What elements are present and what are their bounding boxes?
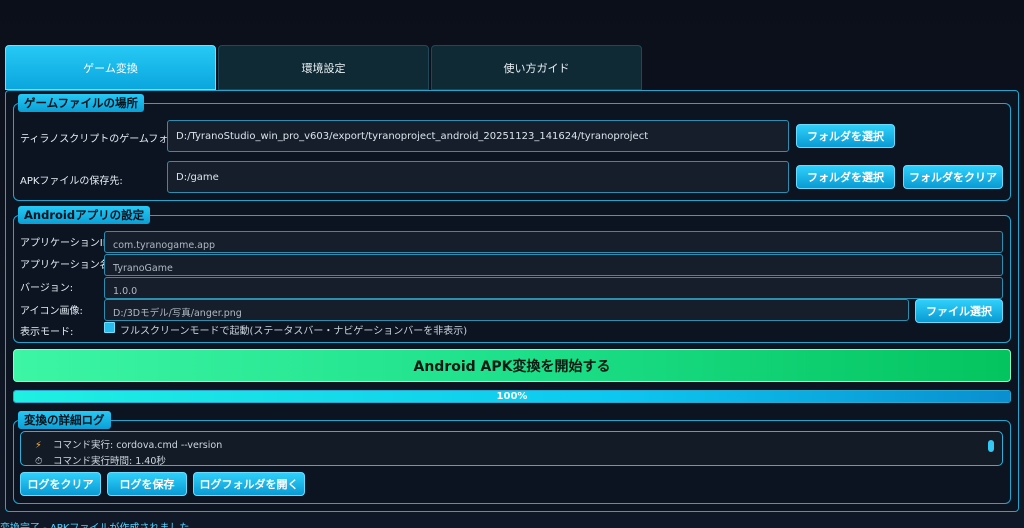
timer-icon: ⏱: [35, 456, 43, 466]
log-line-text: コマンド実行: cordova.cmd --version: [53, 440, 223, 451]
log-line: ⏱ コマンド実行時間: 1.40秒: [35, 453, 166, 466]
log-line-text: コマンド実行時間: 1.40秒: [53, 456, 166, 466]
game-folder-label: ティラノスクリプトのゲームフォルダ:: [20, 134, 192, 145]
tab-game-convert[interactable]: ゲーム変換: [5, 45, 216, 90]
log-legend: 変換の詳細ログ: [18, 411, 111, 429]
app-id-field[interactable]: com.tyranogame.app: [104, 231, 1003, 253]
log-view[interactable]: ⚡ コマンド実行: cordova.cmd --version ⏱ コマンド実行時間…: [20, 431, 1003, 466]
tab-usage-guide[interactable]: 使い方ガイド: [431, 45, 642, 90]
fullscreen-checkbox[interactable]: [104, 322, 115, 333]
apk-output-field[interactable]: D:/game: [167, 161, 789, 193]
lightning-icon: ⚡: [35, 440, 42, 451]
start-conversion-button[interactable]: Android APK変換を開始する: [13, 349, 1011, 382]
select-game-folder-button[interactable]: フォルダを選択: [796, 124, 895, 148]
tab-environment-settings[interactable]: 環境設定: [218, 45, 429, 90]
icon-image-field[interactable]: D:/3Dモデル/写真/anger.png: [104, 299, 909, 321]
conversion-progress-bar: 100%: [13, 390, 1011, 403]
app-name-label: アプリケーション名:: [20, 260, 114, 271]
icon-image-label: アイコン画像:: [20, 306, 83, 317]
version-field[interactable]: 1.0.0: [104, 277, 1003, 299]
display-mode-label: 表示モード:: [20, 327, 74, 338]
select-apk-folder-button[interactable]: フォルダを選択: [796, 165, 895, 189]
android-settings-legend: Androidアプリの設定: [18, 206, 151, 224]
app-name-field[interactable]: TyranoGame: [104, 254, 1003, 276]
status-message: 変換完了 - APKファイルが作成されました: [0, 519, 189, 528]
clear-log-button[interactable]: ログをクリア: [20, 472, 101, 496]
progress-text: 100%: [496, 391, 528, 402]
select-icon-file-button[interactable]: ファイル選択: [915, 299, 1003, 323]
clear-apk-folder-button[interactable]: フォルダをクリア: [903, 165, 1003, 189]
log-scrollbar[interactable]: [988, 440, 994, 452]
app-id-label: アプリケーションID:: [20, 238, 114, 249]
apk-output-label: APKファイルの保存先:: [20, 176, 123, 187]
tab-bar: ゲーム変換 環境設定 使い方ガイド: [5, 45, 642, 90]
game-folder-field[interactable]: D:/TyranoStudio_win_pro_v603/export/tyra…: [167, 120, 789, 152]
open-log-folder-button[interactable]: ログフォルダを開く: [193, 472, 305, 496]
fullscreen-checkbox-label[interactable]: フルスクリーンモードで起動(ステータスバー・ナビゲーションバーを非表示): [120, 322, 467, 337]
game-files-legend: ゲームファイルの場所: [18, 94, 144, 112]
save-log-button[interactable]: ログを保存: [107, 472, 187, 496]
log-line: ⚡ コマンド実行: cordova.cmd --version: [35, 437, 222, 451]
version-label: バージョン:: [20, 283, 74, 294]
